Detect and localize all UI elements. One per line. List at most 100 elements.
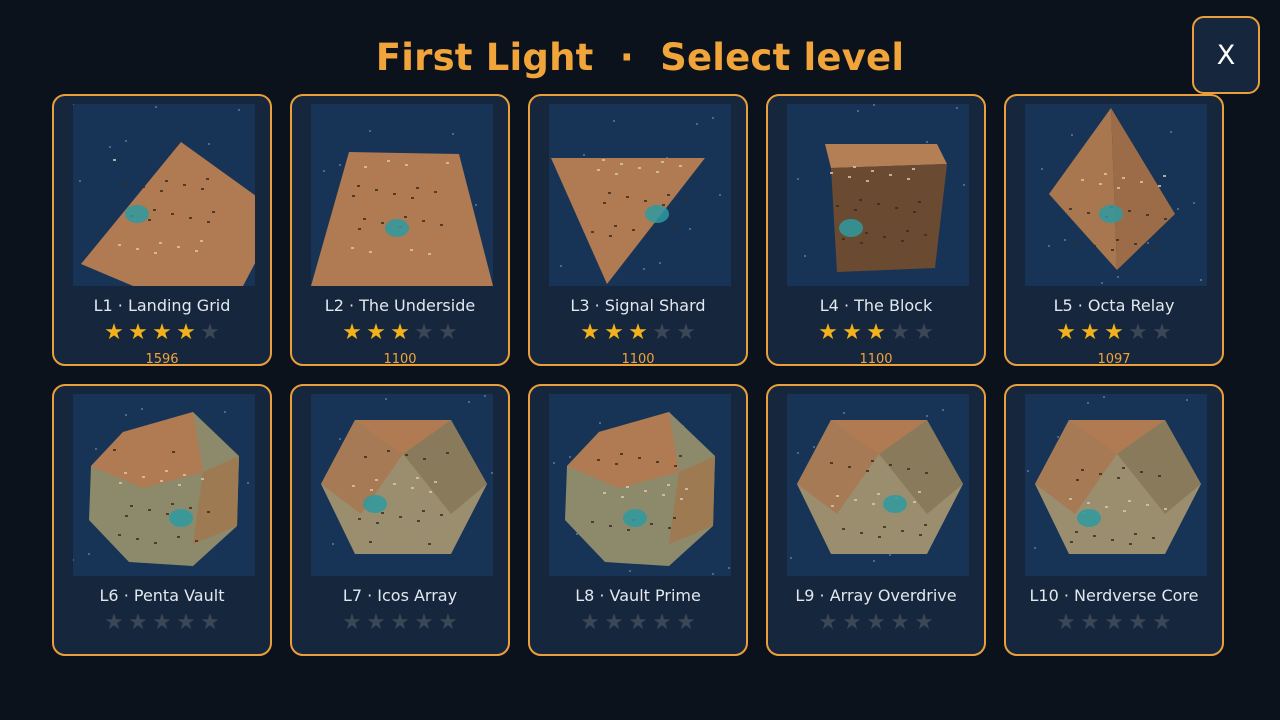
star-rating: ★ ★ ★ ★ ★ xyxy=(1006,321,1222,345)
star-filled-icon: ★ xyxy=(604,320,624,345)
level-thumbnail-art xyxy=(1027,396,1201,554)
star-filled-icon: ★ xyxy=(342,320,362,345)
star-empty-icon: ★ xyxy=(1104,610,1124,635)
level-score: 1097 xyxy=(1097,352,1131,367)
star-empty-icon: ★ xyxy=(628,610,648,635)
star-filled-icon: ★ xyxy=(104,320,124,345)
level-thumbnail xyxy=(73,394,255,576)
level-card[interactable]: L9 · Array Overdrive ★ ★ ★ ★ ★ xyxy=(766,384,986,656)
pool-icon xyxy=(1099,205,1123,223)
star-empty-icon: ★ xyxy=(128,610,148,635)
planet-face xyxy=(551,158,705,284)
level-thumbnail xyxy=(311,104,493,286)
star-empty-icon: ★ xyxy=(104,610,124,635)
star-empty-icon: ★ xyxy=(914,610,934,635)
star-filled-icon: ★ xyxy=(866,320,886,345)
close-button[interactable]: X xyxy=(1192,16,1260,94)
star-empty-icon: ★ xyxy=(1080,610,1100,635)
level-score: 1100 xyxy=(859,352,893,367)
star-empty-icon: ★ xyxy=(604,610,624,635)
star-empty-icon: ★ xyxy=(890,610,910,635)
planet-face xyxy=(831,164,947,272)
level-card[interactable]: L7 · Icos Array ★ ★ ★ ★ ★ xyxy=(290,384,510,656)
pool-icon xyxy=(883,495,907,513)
star-empty-icon: ★ xyxy=(414,320,434,345)
level-thumbnail xyxy=(787,104,969,286)
star-rating: ★ ★ ★ ★ ★ xyxy=(292,611,508,635)
level-thumbnail-art xyxy=(311,130,493,286)
star-empty-icon: ★ xyxy=(1128,320,1148,345)
star-empty-icon: ★ xyxy=(176,610,196,635)
star-rating: ★ ★ ★ ★ ★ xyxy=(530,321,746,345)
star-filled-icon: ★ xyxy=(176,320,196,345)
level-name: L2 · The Underside xyxy=(324,296,476,315)
level-name: L1 · Landing Grid xyxy=(93,296,231,315)
star-empty-icon: ★ xyxy=(1128,610,1148,635)
level-name: L3 · Signal Shard xyxy=(570,296,706,315)
level-name: L6 · Penta Vault xyxy=(99,586,225,605)
star-filled-icon: ★ xyxy=(390,320,410,345)
star-empty-icon: ★ xyxy=(1152,320,1172,345)
level-thumbnail-art xyxy=(553,412,730,575)
level-card[interactable]: L5 · Octa Relay ★ ★ ★ ★ ★ 1097 xyxy=(1004,94,1224,367)
star-empty-icon: ★ xyxy=(818,610,838,635)
star-filled-icon: ★ xyxy=(1056,320,1076,345)
level-card[interactable]: L10 · Nerdverse Core ★ ★ ★ ★ ★ xyxy=(1004,384,1224,656)
level-name: L10 · Nerdverse Core xyxy=(1029,586,1199,605)
star-rating: ★ ★ ★ ★ ★ xyxy=(768,611,984,635)
star-filled-icon: ★ xyxy=(628,320,648,345)
planet-face xyxy=(1111,108,1175,270)
star-rating: ★ ★ ★ ★ ★ xyxy=(1006,611,1222,635)
level-card[interactable]: L1 · Landing Grid ★ ★ ★ ★ ★ 1596 xyxy=(52,94,272,367)
star-empty-icon: ★ xyxy=(366,610,386,635)
pool-icon xyxy=(645,205,669,223)
level-card[interactable]: L4 · The Block ★ ★ ★ ★ ★ 1100 xyxy=(766,94,986,367)
star-rating: ★ ★ ★ ★ ★ xyxy=(768,321,984,345)
star-empty-icon: ★ xyxy=(676,320,696,345)
level-thumbnail xyxy=(549,394,731,576)
level-thumbnail-art xyxy=(321,395,493,554)
star-empty-icon: ★ xyxy=(152,610,172,635)
star-filled-icon: ★ xyxy=(842,320,862,345)
level-thumbnail-art xyxy=(797,104,965,272)
star-filled-icon: ★ xyxy=(1080,320,1100,345)
level-thumbnail-art xyxy=(790,409,963,562)
star-empty-icon: ★ xyxy=(390,610,410,635)
pool-icon xyxy=(839,219,863,237)
level-name: L8 · Vault Prime xyxy=(575,586,701,605)
planet-face xyxy=(81,142,255,286)
pool-icon xyxy=(385,219,409,237)
star-rating: ★ ★ ★ ★ ★ xyxy=(54,321,270,345)
star-empty-icon: ★ xyxy=(1152,610,1172,635)
star-filled-icon: ★ xyxy=(1104,320,1124,345)
star-empty-icon: ★ xyxy=(438,320,458,345)
level-score: 1100 xyxy=(383,352,417,367)
level-thumbnail-art xyxy=(1041,108,1202,284)
level-card[interactable]: L3 · Signal Shard ★ ★ ★ ★ ★ 1100 xyxy=(528,94,748,367)
star-rating: ★ ★ ★ ★ ★ xyxy=(54,611,270,635)
pool-icon xyxy=(623,509,647,527)
level-thumbnail-art xyxy=(73,104,255,286)
star-rating: ★ ★ ★ ★ ★ xyxy=(530,611,746,635)
level-thumbnail xyxy=(1025,104,1207,286)
level-card[interactable]: L6 · Penta Vault ★ ★ ★ ★ ★ xyxy=(52,384,272,656)
star-filled-icon: ★ xyxy=(128,320,148,345)
level-name: L9 · Array Overdrive xyxy=(795,586,957,605)
level-thumbnail-art xyxy=(73,408,249,566)
star-empty-icon: ★ xyxy=(438,610,458,635)
level-card[interactable]: L8 · Vault Prime ★ ★ ★ ★ ★ xyxy=(528,384,748,656)
level-name: L5 · Octa Relay xyxy=(1053,296,1175,315)
level-card[interactable]: L2 · The Underside ★ ★ ★ ★ ★ 1100 xyxy=(290,94,510,367)
planet-face xyxy=(311,152,493,286)
level-thumbnail xyxy=(311,394,493,576)
planet-face xyxy=(1049,108,1117,270)
star-empty-icon: ★ xyxy=(652,320,672,345)
star-empty-icon: ★ xyxy=(342,610,362,635)
level-name: L4 · The Block xyxy=(819,296,933,315)
star-empty-icon: ★ xyxy=(890,320,910,345)
star-empty-icon: ★ xyxy=(676,610,696,635)
star-filled-icon: ★ xyxy=(580,320,600,345)
level-score: 1100 xyxy=(621,352,655,367)
pool-icon xyxy=(169,509,193,527)
level-score: 1596 xyxy=(145,352,179,367)
